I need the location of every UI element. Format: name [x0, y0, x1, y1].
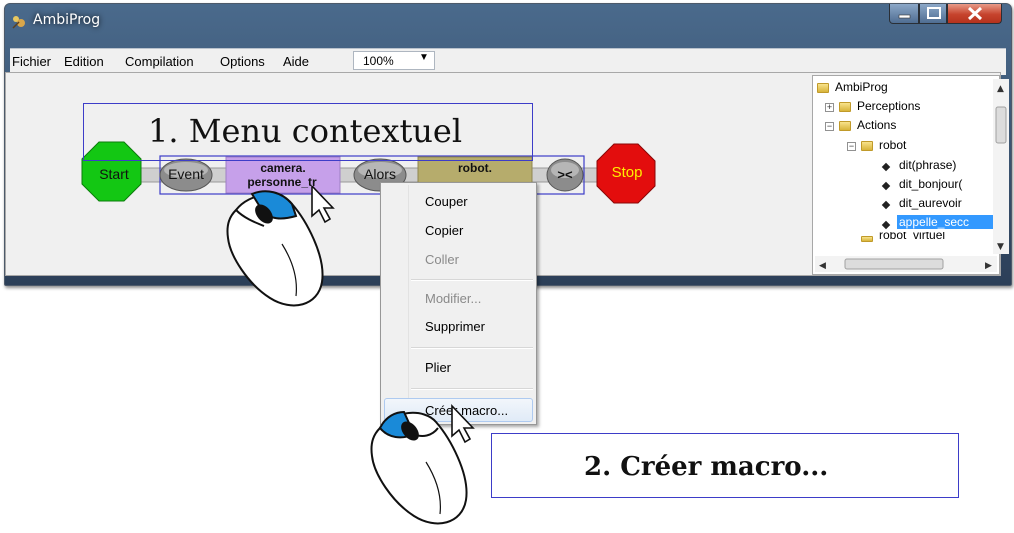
menu-gutter — [408, 185, 409, 423]
method-icon — [881, 162, 891, 172]
menu-modifier[interactable]: Modifier... — [425, 291, 481, 306]
menu-copier[interactable]: Copier — [425, 223, 463, 238]
scroll-right-icon[interactable]: ▶ — [985, 261, 992, 271]
robot-label: robot. — [458, 161, 492, 175]
scroll-down-icon[interactable]: ▼ — [997, 242, 1004, 252]
callout-step1-text: 1. Menu contextuel — [148, 112, 463, 150]
vertical-scrollbar[interactable]: ▲ ▼ — [993, 79, 1009, 254]
menu-couper[interactable]: Couper — [425, 194, 468, 209]
folder-icon — [839, 121, 851, 131]
scroll-left-icon[interactable]: ◀ — [819, 261, 826, 271]
menu-separator — [411, 279, 533, 281]
tree-perceptions[interactable]: Perceptions — [857, 99, 920, 113]
start-label: Start — [99, 166, 129, 182]
tree-next[interactable]: robot_virtuel — [879, 232, 945, 240]
tree-method[interactable]: dit_aurevoir — [899, 196, 962, 210]
collapse-icon[interactable]: − — [847, 142, 856, 151]
menu-plier[interactable]: Plier — [425, 360, 451, 375]
tree-actions[interactable]: Actions — [857, 118, 896, 132]
tree-method-selected[interactable]: appelle_secc — [897, 215, 993, 229]
scroll-up-icon[interactable]: ▲ — [997, 84, 1004, 94]
callout-step1: 1. Menu contextuel — [83, 103, 533, 161]
expand-icon[interactable]: + — [825, 103, 834, 112]
method-icon — [881, 181, 891, 191]
horizontal-scrollbar[interactable]: ◀ ▶ — [815, 256, 997, 272]
context-menu: Couper Copier Coller Modifier... Supprim… — [380, 182, 537, 425]
menu-separator — [411, 347, 533, 349]
callout-step2: 2. Créer macro... — [491, 433, 959, 498]
folder-icon — [861, 141, 873, 151]
menu-separator — [411, 388, 533, 390]
tree-method[interactable]: dit_bonjour( — [899, 177, 962, 191]
tree-robot[interactable]: robot — [879, 138, 906, 152]
mouse-right-click-icon — [226, 186, 335, 307]
method-icon — [881, 200, 891, 210]
folder-icon — [861, 236, 873, 242]
camera-label-1: camera. — [260, 161, 306, 175]
menu-coller[interactable]: Coller — [425, 252, 459, 267]
alors-label: Alors — [364, 166, 396, 182]
tree-root[interactable]: AmbiProg — [835, 80, 888, 94]
menu-supprimer[interactable]: Supprimer — [425, 319, 485, 334]
tree-method[interactable]: dit(phrase) — [899, 158, 956, 172]
callout-step2-text: 2. Créer macro... — [584, 452, 829, 482]
collapse-icon[interactable]: − — [825, 122, 834, 131]
event-label: Event — [168, 166, 204, 182]
mouse-left-click-icon — [370, 404, 475, 525]
loop-label: >< — [557, 167, 573, 182]
palette-tree[interactable]: AmbiProg + Perceptions − Actions − robot… — [812, 75, 1000, 275]
scroll-thumb[interactable] — [995, 106, 1007, 144]
method-icon — [881, 220, 891, 230]
scroll-thumb[interactable] — [844, 258, 944, 270]
stop-label: Stop — [611, 164, 643, 181]
folder-icon — [817, 83, 829, 93]
folder-icon — [839, 102, 851, 112]
